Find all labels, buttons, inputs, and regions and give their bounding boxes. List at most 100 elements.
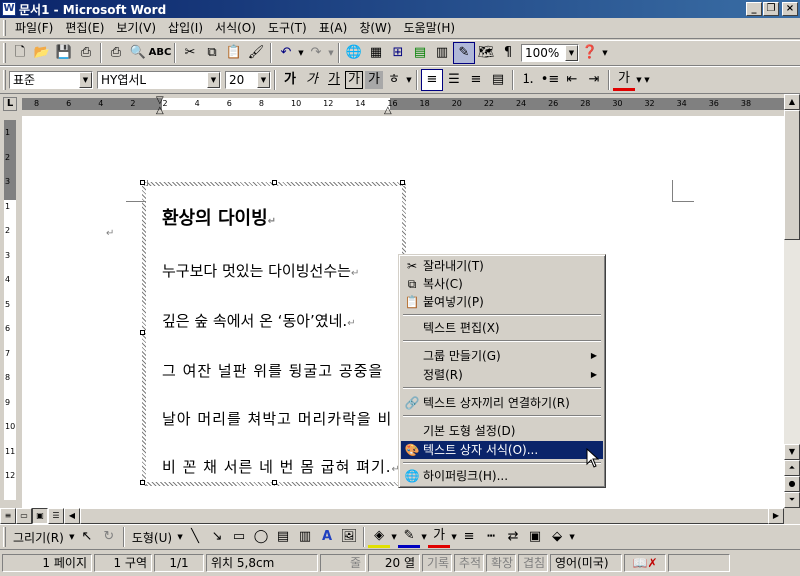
menu-item-order[interactable]: 정렬(R) ▶ [401,366,603,384]
3d-icon[interactable]: ⬙ [546,526,568,548]
toolbar-grip[interactable] [3,70,6,90]
open-folder-icon[interactable]: 📂 [31,42,53,64]
toolbar-options-icon[interactable]: ▼ [568,533,576,541]
menu-window[interactable]: 창(W) [353,19,397,38]
bold-button[interactable]: 가 [279,69,301,91]
left-indent-marker[interactable]: △ [156,106,164,116]
save-icon[interactable]: 💾 [53,42,75,64]
line-color-dropdown-icon[interactable]: ▼ [420,533,428,541]
font-select[interactable]: HY엽서L ▼ [97,71,221,89]
print-preview-icon[interactable]: 🔍 [127,42,149,64]
horizontal-ruler[interactable]: L 8 6 4 2 2 4 6 8 10 12 14 16 18 20 22 24 26 28 30 32 34 36 38… [0,94,800,116]
redo-icon[interactable]: ↷ [305,42,327,64]
insert-excel-icon[interactable]: ▤ [409,42,431,64]
tab-selector[interactable]: L [3,97,17,111]
menu-file[interactable]: 파일(F) [9,19,59,38]
free-rotate-icon[interactable]: ↻ [98,526,120,548]
align-right-icon[interactable]: ≡ [465,69,487,91]
tables-borders-icon[interactable]: ▦ [365,42,387,64]
rectangle-icon[interactable]: ▭ [228,526,250,548]
wordart-icon[interactable]: A [316,526,338,548]
font-color-draw-dropdown-icon[interactable]: ▼ [450,533,458,541]
scroll-left-icon[interactable]: ◀ [64,508,80,524]
insert-hyperlink-icon[interactable]: 🌐 [343,42,365,64]
menu-item-paste[interactable]: 📋 붙여넣기(P) [401,293,603,311]
undo-icon[interactable]: ↶ [275,42,297,64]
line-color-icon[interactable]: ✎ [398,526,421,548]
underline-button[interactable]: 가 [323,69,345,91]
scroll-right-icon[interactable]: ▶ [768,508,784,524]
scroll-up-icon[interactable]: ▲ [784,94,800,110]
scroll-down-icon[interactable]: ▼ [784,444,800,460]
autoshapes-dropdown-icon[interactable]: ▼ [176,533,184,541]
office-assistant-icon[interactable]: ❓ [579,42,601,64]
increase-indent-icon[interactable]: ⇥ [583,69,605,91]
scroll-thumb[interactable] [784,110,800,240]
print-icon[interactable]: ⎙ [105,42,127,64]
vertical-ruler[interactable]: 1 2 3 1 2 3 4 5 6 7 8 9 10 11 12 [0,116,22,508]
print-preview-web-icon[interactable]: ⎙ [75,42,97,64]
print-layout-view-icon[interactable]: ▣ [32,508,48,524]
resize-handle-sw[interactable] [140,480,145,485]
autoshapes-menu-button[interactable]: 도형(U) [128,529,176,546]
resize-handle-nw[interactable] [140,180,145,185]
right-indent-marker[interactable]: △ [384,106,392,116]
zoom-dropdown-icon[interactable]: ▼ [565,45,578,61]
undo-dropdown-icon[interactable]: ▼ [297,49,305,57]
line-style-icon[interactable]: ≡ [458,526,480,548]
menu-item-grouping[interactable]: 그룹 만들기(G) ▶ [401,347,603,365]
menu-item-format-textbox[interactable]: 🎨 텍스트 상자 서식(O)... [401,441,603,459]
zoom-select[interactable]: 100% ▼ [521,44,579,62]
new-document-icon[interactable]: 🗋 [9,42,31,64]
resize-handle-ne[interactable] [400,180,405,185]
menu-item-default-shape[interactable]: 기본 도형 설정(D) [401,422,603,440]
normal-view-icon[interactable]: ≡ [0,508,16,524]
dash-style-icon[interactable]: ┅ [480,526,502,548]
insert-table-icon[interactable]: ⊞ [387,42,409,64]
drawing-icon[interactable]: ✎ [453,42,475,64]
menu-edit[interactable]: 편집(E) [59,19,110,38]
numbering-icon[interactable]: ⒈ [517,69,539,91]
char-border-button[interactable]: 가 [345,71,363,89]
menu-tools[interactable]: 도구(T) [262,19,313,38]
resize-handle-n[interactable] [272,180,277,185]
menu-item-copy[interactable]: ⧉ 복사(C) [401,275,603,293]
oval-icon[interactable]: ◯ [250,526,272,548]
status-trk[interactable]: 추적 [454,554,484,572]
prev-page-icon[interactable]: ⏶ [784,460,800,476]
align-center-icon[interactable]: ☰ [443,69,465,91]
char-shading-button[interactable]: 가 [365,71,383,89]
select-objects-icon[interactable]: ↖ [76,526,98,548]
menu-item-link-textboxes[interactable]: 🔗 텍스트 상자끼리 연결하기(R) [401,394,603,412]
italic-button[interactable]: 가 [301,69,323,91]
restore-button[interactable]: ❐ [763,2,779,16]
distribute-icon[interactable]: ▤ [487,69,509,91]
copy-icon[interactable]: ⧉ [201,42,223,64]
hscroll-thumb[interactable] [80,508,770,524]
close-button[interactable]: × [782,2,798,16]
resize-handle-s[interactable] [272,480,277,485]
font-dropdown-icon[interactable]: ▼ [207,72,220,88]
arrow-icon[interactable]: ↘ [206,526,228,548]
toolbar-options-icon[interactable]: ▼ [601,49,609,57]
select-browse-object-icon[interactable]: ● [784,476,800,492]
style-select[interactable]: 표준 ▼ [9,71,93,89]
show-hide-icon[interactable]: ¶ [497,42,519,64]
resize-handle-w[interactable] [140,330,145,335]
horizontal-scrollbar[interactable]: ≡ ▭ ▣ ☰ ◀ ▶ [0,508,784,524]
style-dropdown-icon[interactable]: ▼ [79,72,92,88]
word-app-icon[interactable]: W [2,2,16,16]
toolbar-options-icon[interactable]: ▼ [643,76,651,84]
draw-menu-button[interactable]: 그리기(R) [9,529,68,546]
toolbar-grip[interactable] [3,43,6,63]
fill-color-dropdown-icon[interactable]: ▼ [390,533,398,541]
vertical-textbox-icon[interactable]: ▥ [294,526,316,548]
status-language[interactable]: 영어(미국) [550,554,622,572]
status-rec[interactable]: 기록 [422,554,452,572]
decrease-indent-icon[interactable]: ⇤ [561,69,583,91]
char-scale-icon[interactable]: ㅎ [383,69,405,91]
status-ovr[interactable]: 겹침 [518,554,548,572]
menubar-grip[interactable] [3,20,6,36]
textbox[interactable]: 환상의 다이빙↵ 누구보다 멋있는 다이빙선수는↵ 깊은 숲 속에서 온 ‘동아… [146,186,402,482]
paste-icon[interactable]: 📋 [223,42,245,64]
